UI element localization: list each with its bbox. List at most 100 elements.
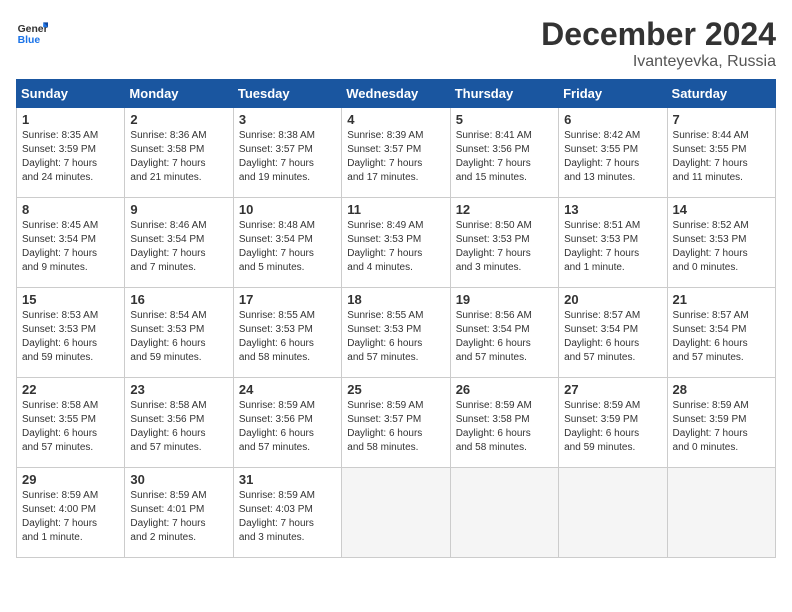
day-info: Sunrise: 8:49 AM Sunset: 3:53 PM Dayligh… bbox=[347, 219, 444, 275]
day-info: Sunrise: 8:54 AM Sunset: 3:53 PM Dayligh… bbox=[130, 309, 227, 365]
day-number: 26 bbox=[456, 382, 553, 397]
day-number: 28 bbox=[673, 382, 770, 397]
location-subtitle: Ivanteyevka, Russia bbox=[541, 53, 776, 71]
calendar-cell: 19Sunrise: 8:56 AM Sunset: 3:54 PM Dayli… bbox=[450, 288, 558, 378]
day-number: 1 bbox=[22, 112, 119, 127]
day-info: Sunrise: 8:42 AM Sunset: 3:55 PM Dayligh… bbox=[564, 129, 661, 185]
week-row-3: 15 Sunrise: 8:53 AM Sunset: 3:53 PM Dayli… bbox=[17, 288, 776, 378]
calendar-cell: 20Sunrise: 8:57 AM Sunset: 3:54 PM Dayli… bbox=[559, 288, 667, 378]
day-info: Sunrise: 8:45 AM Sunset: 3:54 PM Dayligh… bbox=[22, 219, 119, 275]
day-number: 21 bbox=[673, 292, 770, 307]
calendar-cell: 22Sunrise: 8:58 AM Sunset: 3:55 PM Dayli… bbox=[17, 378, 125, 468]
day-info: Sunrise: 8:36 AM Sunset: 3:58 PM Dayligh… bbox=[130, 129, 227, 185]
day-number: 9 bbox=[130, 202, 227, 217]
day-number: 15 bbox=[22, 292, 119, 307]
day-number: 11 bbox=[347, 202, 444, 217]
day-number: 31 bbox=[239, 472, 336, 487]
day-info: Sunrise: 8:48 AM Sunset: 3:54 PM Dayligh… bbox=[239, 219, 336, 275]
day-info: Sunrise: 8:41 AM Sunset: 3:56 PM Dayligh… bbox=[456, 129, 553, 185]
day-number: 12 bbox=[456, 202, 553, 217]
calendar-cell: 11 Sunrise: 8:49 AM Sunset: 3:53 PM Dayli… bbox=[342, 198, 450, 288]
calendar-cell bbox=[450, 468, 558, 558]
day-number: 18 bbox=[347, 292, 444, 307]
day-info: Sunrise: 8:55 AM Sunset: 3:53 PM Dayligh… bbox=[347, 309, 444, 365]
day-number: 17 bbox=[239, 292, 336, 307]
calendar-cell: 16Sunrise: 8:54 AM Sunset: 3:53 PM Dayli… bbox=[125, 288, 233, 378]
logo-icon: General Blue bbox=[16, 16, 48, 48]
calendar-cell: 27 Sunrise: 8:59 AM Sunset: 3:59 PM Dayli… bbox=[559, 378, 667, 468]
weekday-header-thursday: Thursday bbox=[450, 80, 558, 108]
day-number: 2 bbox=[130, 112, 227, 127]
calendar-cell: 12Sunrise: 8:50 AM Sunset: 3:53 PM Dayli… bbox=[450, 198, 558, 288]
calendar-cell: 3 Sunrise: 8:38 AM Sunset: 3:57 PM Daylig… bbox=[233, 108, 341, 198]
calendar-cell bbox=[342, 468, 450, 558]
title-area: December 2024 Ivanteyevka, Russia bbox=[541, 16, 776, 71]
day-info: Sunrise: 8:59 AM Sunset: 3:59 PM Dayligh… bbox=[564, 399, 661, 455]
calendar-body: 1 Sunrise: 8:35 AM Sunset: 3:59 PM Daylig… bbox=[17, 108, 776, 558]
calendar-cell: 15 Sunrise: 8:53 AM Sunset: 3:53 PM Dayli… bbox=[17, 288, 125, 378]
calendar-cell: 14Sunrise: 8:52 AM Sunset: 3:53 PM Dayli… bbox=[667, 198, 775, 288]
day-number: 30 bbox=[130, 472, 227, 487]
day-number: 14 bbox=[673, 202, 770, 217]
weekday-header-saturday: Saturday bbox=[667, 80, 775, 108]
day-info: Sunrise: 8:59 AM Sunset: 4:01 PM Dayligh… bbox=[130, 489, 227, 545]
calendar-cell: 5 Sunrise: 8:41 AM Sunset: 3:56 PM Daylig… bbox=[450, 108, 558, 198]
weekday-header-row: SundayMondayTuesdayWednesdayThursdayFrid… bbox=[17, 80, 776, 108]
calendar-cell: 25 Sunrise: 8:59 AM Sunset: 3:57 PM Dayli… bbox=[342, 378, 450, 468]
day-info: Sunrise: 8:57 AM Sunset: 3:54 PM Dayligh… bbox=[673, 309, 770, 365]
page-header: General Blue December 2024 Ivanteyevka, … bbox=[16, 16, 776, 71]
day-info: Sunrise: 8:53 AM Sunset: 3:53 PM Dayligh… bbox=[22, 309, 119, 365]
day-info: Sunrise: 8:35 AM Sunset: 3:59 PM Dayligh… bbox=[22, 129, 119, 185]
calendar-cell: 13Sunrise: 8:51 AM Sunset: 3:53 PM Dayli… bbox=[559, 198, 667, 288]
week-row-5: 29Sunrise: 8:59 AM Sunset: 4:00 PM Dayli… bbox=[17, 468, 776, 558]
day-info: Sunrise: 8:44 AM Sunset: 3:55 PM Dayligh… bbox=[673, 129, 770, 185]
day-info: Sunrise: 8:59 AM Sunset: 3:59 PM Dayligh… bbox=[673, 399, 770, 455]
day-number: 3 bbox=[239, 112, 336, 127]
day-number: 4 bbox=[347, 112, 444, 127]
week-row-2: 8 Sunrise: 8:45 AM Sunset: 3:54 PM Daylig… bbox=[17, 198, 776, 288]
calendar-cell: 31 Sunrise: 8:59 AM Sunset: 4:03 PM Dayli… bbox=[233, 468, 341, 558]
calendar-cell: 2 Sunrise: 8:36 AM Sunset: 3:58 PM Daylig… bbox=[125, 108, 233, 198]
day-number: 24 bbox=[239, 382, 336, 397]
day-number: 7 bbox=[673, 112, 770, 127]
calendar-cell: 9 Sunrise: 8:46 AM Sunset: 3:54 PM Daylig… bbox=[125, 198, 233, 288]
calendar-cell: 21 Sunrise: 8:57 AM Sunset: 3:54 PM Dayli… bbox=[667, 288, 775, 378]
day-info: Sunrise: 8:58 AM Sunset: 3:55 PM Dayligh… bbox=[22, 399, 119, 455]
calendar-cell: 17 Sunrise: 8:55 AM Sunset: 3:53 PM Dayli… bbox=[233, 288, 341, 378]
calendar-cell: 1 Sunrise: 8:35 AM Sunset: 3:59 PM Daylig… bbox=[17, 108, 125, 198]
day-info: Sunrise: 8:55 AM Sunset: 3:53 PM Dayligh… bbox=[239, 309, 336, 365]
calendar-cell: 6 Sunrise: 8:42 AM Sunset: 3:55 PM Daylig… bbox=[559, 108, 667, 198]
calendar-cell bbox=[559, 468, 667, 558]
day-info: Sunrise: 8:59 AM Sunset: 4:00 PM Dayligh… bbox=[22, 489, 119, 545]
day-info: Sunrise: 8:59 AM Sunset: 4:03 PM Dayligh… bbox=[239, 489, 336, 545]
day-number: 25 bbox=[347, 382, 444, 397]
day-number: 6 bbox=[564, 112, 661, 127]
weekday-header-tuesday: Tuesday bbox=[233, 80, 341, 108]
day-number: 5 bbox=[456, 112, 553, 127]
day-info: Sunrise: 8:58 AM Sunset: 3:56 PM Dayligh… bbox=[130, 399, 227, 455]
month-year-title: December 2024 bbox=[541, 16, 776, 53]
day-info: Sunrise: 8:39 AM Sunset: 3:57 PM Dayligh… bbox=[347, 129, 444, 185]
day-info: Sunrise: 8:59 AM Sunset: 3:57 PM Dayligh… bbox=[347, 399, 444, 455]
calendar-cell: 30 Sunrise: 8:59 AM Sunset: 4:01 PM Dayli… bbox=[125, 468, 233, 558]
day-number: 20 bbox=[564, 292, 661, 307]
day-info: Sunrise: 8:46 AM Sunset: 3:54 PM Dayligh… bbox=[130, 219, 227, 275]
calendar-cell: 29Sunrise: 8:59 AM Sunset: 4:00 PM Dayli… bbox=[17, 468, 125, 558]
weekday-header-sunday: Sunday bbox=[17, 80, 125, 108]
calendar-cell: 4 Sunrise: 8:39 AM Sunset: 3:57 PM Daylig… bbox=[342, 108, 450, 198]
week-row-1: 1 Sunrise: 8:35 AM Sunset: 3:59 PM Daylig… bbox=[17, 108, 776, 198]
day-info: Sunrise: 8:59 AM Sunset: 3:58 PM Dayligh… bbox=[456, 399, 553, 455]
calendar-cell: 28 Sunrise: 8:59 AM Sunset: 3:59 PM Dayli… bbox=[667, 378, 775, 468]
calendar-cell bbox=[667, 468, 775, 558]
weekday-header-wednesday: Wednesday bbox=[342, 80, 450, 108]
weekday-header-friday: Friday bbox=[559, 80, 667, 108]
day-number: 8 bbox=[22, 202, 119, 217]
day-number: 13 bbox=[564, 202, 661, 217]
calendar-cell: 8 Sunrise: 8:45 AM Sunset: 3:54 PM Daylig… bbox=[17, 198, 125, 288]
calendar-cell: 10Sunrise: 8:48 AM Sunset: 3:54 PM Dayli… bbox=[233, 198, 341, 288]
day-number: 23 bbox=[130, 382, 227, 397]
day-number: 27 bbox=[564, 382, 661, 397]
week-row-4: 22Sunrise: 8:58 AM Sunset: 3:55 PM Dayli… bbox=[17, 378, 776, 468]
day-info: Sunrise: 8:59 AM Sunset: 3:56 PM Dayligh… bbox=[239, 399, 336, 455]
day-info: Sunrise: 8:38 AM Sunset: 3:57 PM Dayligh… bbox=[239, 129, 336, 185]
